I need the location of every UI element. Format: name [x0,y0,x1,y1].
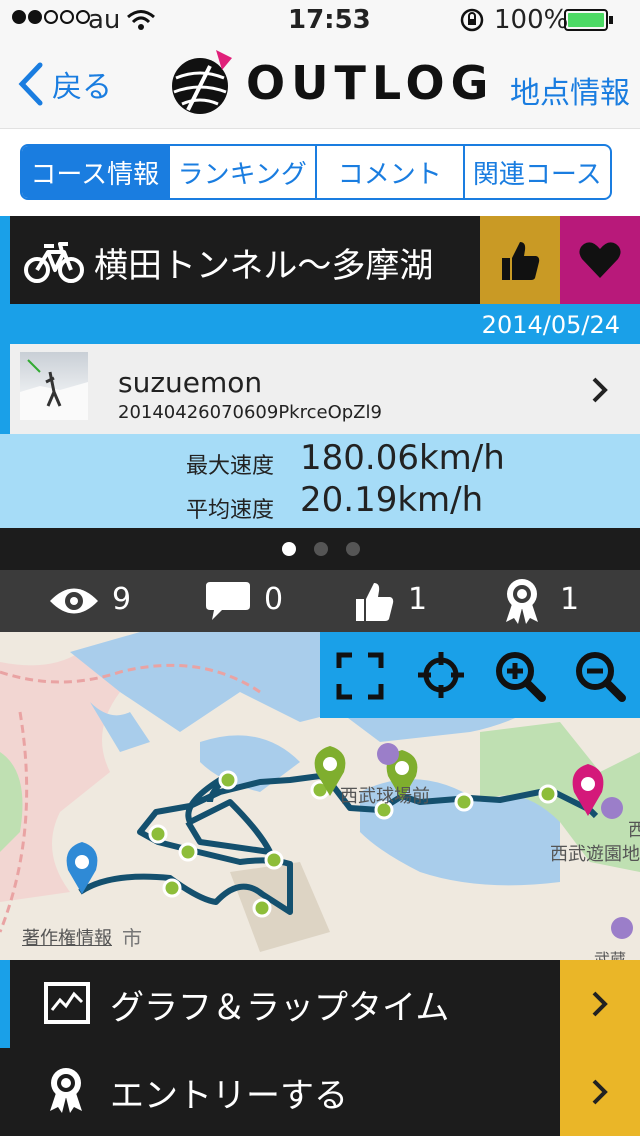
battery-icon [564,9,608,31]
page-dot [346,542,360,556]
map-label-city: 市 [122,926,142,950]
chevron-left-icon [18,62,43,106]
signal-dots-icon [12,10,90,24]
speed-panel: 最大速度 180.06km/h 平均速度 20.19km/h [0,434,640,528]
map-label-west: 西 [628,820,640,841]
accent-bar [0,344,10,434]
chevron-right-icon [592,1079,608,1105]
map-credit-link[interactable]: 著作権情報 [22,924,112,950]
fullscreen-icon[interactable] [336,652,384,700]
globe-logo-icon [172,50,232,114]
page-dot [314,542,328,556]
arrow-box [560,1048,640,1136]
favorite-button[interactable] [560,216,640,304]
comment-count: 0 [264,582,284,617]
award-ribbon-icon [50,1068,82,1113]
date-band: 2014/05/24 [0,304,640,344]
course-title: 横田トンネル〜多摩湖 [94,246,434,286]
thumbs-up-icon [356,583,394,621]
status-bar: au 17:53 100% [0,0,640,40]
view-count: 9 [112,582,132,617]
max-speed-label: 最大速度 [186,454,275,479]
rotation-lock-icon [460,8,484,32]
accent-bar [0,216,10,304]
segmented-tabs: コース情報 ランキング コメント 関連コース [20,144,612,200]
chevron-right-icon [592,377,608,403]
location-info-button[interactable]: 地点情報 [510,68,630,112]
zoom-out-icon[interactable] [574,650,626,702]
logo-text: OUTLOG [246,56,495,110]
eye-icon [50,588,98,614]
heart-icon [579,242,621,278]
entry-count: 1 [560,582,580,617]
entry-label: エントリーする [110,1076,348,1116]
avg-speed-label: 平均速度 [186,498,275,523]
tab-ranking[interactable]: ランキング [167,146,316,198]
tab-course-info[interactable]: コース情報 [22,146,168,198]
map-toolbar [320,632,640,718]
thumbs-up-icon [502,242,540,280]
navigation-bar: 戻る OUTLOG 地点情報 [0,40,640,129]
course-header: 横田トンネル〜多摩湖 [0,216,640,304]
action-menu: グラフ＆ラップタイム エントリーする [0,960,640,1136]
battery-percent: 100% [494,5,569,35]
carrier-label: au [88,5,121,35]
like-button[interactable] [480,216,560,304]
map-label-musashi: 武蔵大 [594,950,627,960]
comment-icon [206,582,250,620]
stats-bar: 9 0 1 1 [0,570,640,632]
chevron-right-icon [592,991,608,1017]
status-time: 17:53 [288,5,371,35]
crosshair-icon[interactable] [416,650,466,700]
user-id: 20140426070609PkrceOpZl9 [118,402,382,423]
line-graph-icon [44,982,90,1024]
app-logo: OUTLOG [166,48,494,118]
bicycle-icon [24,242,84,283]
graph-lap-time-label: グラフ＆ラップタイム [110,988,450,1028]
graph-lap-time-row[interactable]: グラフ＆ラップタイム [0,960,640,1048]
back-button[interactable]: 戻る [16,62,112,106]
tab-related-courses[interactable]: 関連コース [462,146,611,198]
wifi-icon [127,10,155,30]
arrow-box [560,960,640,1048]
user-name: suzuemon [118,366,263,399]
accent-bar [0,960,10,1048]
map-label-station: 西武球場前 [340,786,430,807]
entry-row[interactable]: エントリーする [0,1048,640,1136]
max-speed-value: 180.06km/h [300,438,505,478]
like-count: 1 [408,582,428,617]
page-dot-active [282,542,296,556]
tab-comment[interactable]: コメント [315,146,463,198]
page-indicator[interactable] [0,528,640,570]
zoom-in-icon[interactable] [494,650,546,702]
avatar [20,352,88,420]
course-date: 2014/05/24 [481,311,620,339]
map-label-park: 西武遊園地 [550,844,640,865]
award-ribbon-icon [506,579,538,624]
user-row[interactable]: suzuemon 20140426070609PkrceOpZl9 [0,344,640,434]
avg-speed-value: 20.19km/h [300,480,484,520]
back-label: 戻る [52,70,112,105]
